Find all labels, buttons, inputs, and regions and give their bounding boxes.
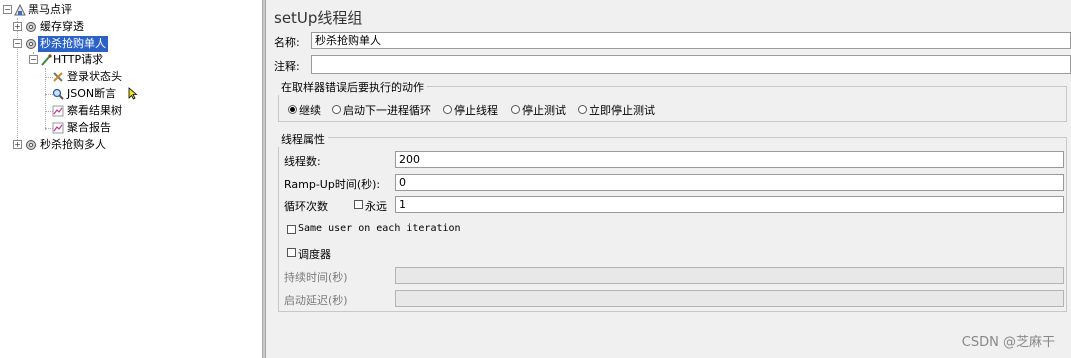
collapse-icon[interactable]: − (3, 5, 12, 14)
radio-start-next-loop[interactable] (332, 105, 341, 114)
delay-label: 启动延迟(秒) (284, 294, 348, 307)
duration-field (395, 267, 1064, 284)
rampup-label: Ramp-Up时间(秒): (284, 178, 381, 191)
radio-continue[interactable] (288, 105, 297, 114)
threads-label: 线程数: (284, 155, 321, 168)
tree-node-label: 聚合报告 (67, 121, 111, 134)
expand-icon[interactable]: + (13, 22, 22, 31)
radio-label: 继续 (299, 104, 321, 117)
panel-title: setUp线程组 (274, 9, 363, 27)
tree-node-label: 黑马点评 (28, 3, 72, 16)
tree-node-label: HTTP请求 (53, 53, 104, 66)
radio-label: 立即停止测试 (589, 104, 655, 117)
duration-label: 持续时间(秒) (284, 271, 348, 284)
thread-properties-title: 线程属性 (278, 131, 328, 147)
test-plan-icon (14, 4, 26, 16)
scheduler-label: 调度器 (298, 248, 331, 261)
collapse-icon[interactable]: − (13, 39, 22, 48)
collapse-icon[interactable]: − (29, 55, 38, 64)
tools-icon (53, 72, 63, 82)
comment-field[interactable] (311, 55, 1071, 74)
scheduler-checkbox[interactable] (287, 248, 296, 257)
error-action-title: 在取样器错误后要执行的动作 (278, 79, 427, 95)
expand-icon[interactable]: + (13, 140, 22, 149)
radio-label: 停止测试 (522, 104, 566, 117)
tree-node-label: JSON断言 (67, 87, 117, 100)
tree-node-label: 察看结果树 (67, 104, 122, 117)
radio-stop-test-now[interactable] (578, 105, 587, 114)
chart-icon (52, 105, 64, 117)
gear-icon (26, 39, 36, 49)
loop-field[interactable]: 1 (395, 196, 1064, 213)
chart-icon (52, 122, 64, 134)
gear-icon (26, 22, 36, 32)
same-user-checkbox[interactable] (287, 225, 296, 234)
name-label: 名称: (274, 36, 300, 49)
gear-icon (26, 140, 36, 150)
tree-node-label: 缓存穿透 (40, 20, 84, 33)
delay-field (395, 290, 1064, 307)
pipette-icon (41, 54, 52, 66)
same-user-label: Same user on each iteration (298, 223, 461, 234)
forever-label: 永远 (365, 200, 387, 213)
comment-label: 注释: (274, 60, 300, 73)
rampup-field[interactable]: 0 (395, 174, 1064, 191)
magnifier-icon (52, 88, 64, 100)
tree-node-label: 登录状态头 (67, 70, 122, 83)
radio-label: 启动下一进程循环 (343, 104, 431, 117)
test-plan-tree: − 黑马点评 + 缓存穿透 − 秒杀抢购单人 − HTTP请求 登录状态头 JS… (0, 0, 262, 358)
tree-node-label-selected: 秒杀抢购单人 (38, 36, 108, 52)
radio-stop-test[interactable] (511, 105, 520, 114)
radio-stop-thread[interactable] (443, 105, 452, 114)
thread-group-panel: setUp线程组 名称: 秒杀抢购单人 注释: 在取样器错误后要执行的动作 继续… (266, 0, 1071, 358)
tree-node-label: 秒杀抢购多人 (40, 138, 106, 151)
forever-checkbox[interactable] (354, 200, 363, 209)
error-action-group: 在取样器错误后要执行的动作 继续 启动下一进程循环 停止线程 停止测试 立即停止… (278, 79, 1067, 122)
threads-field[interactable]: 200 (395, 151, 1064, 168)
loop-label: 循环次数 (284, 200, 328, 213)
name-field[interactable]: 秒杀抢购单人 (311, 32, 1071, 49)
mouse-cursor-icon (128, 87, 138, 100)
watermark: CSDN @芝麻干 (961, 335, 1055, 350)
radio-label: 停止线程 (454, 104, 498, 117)
tree-line (17, 18, 18, 146)
